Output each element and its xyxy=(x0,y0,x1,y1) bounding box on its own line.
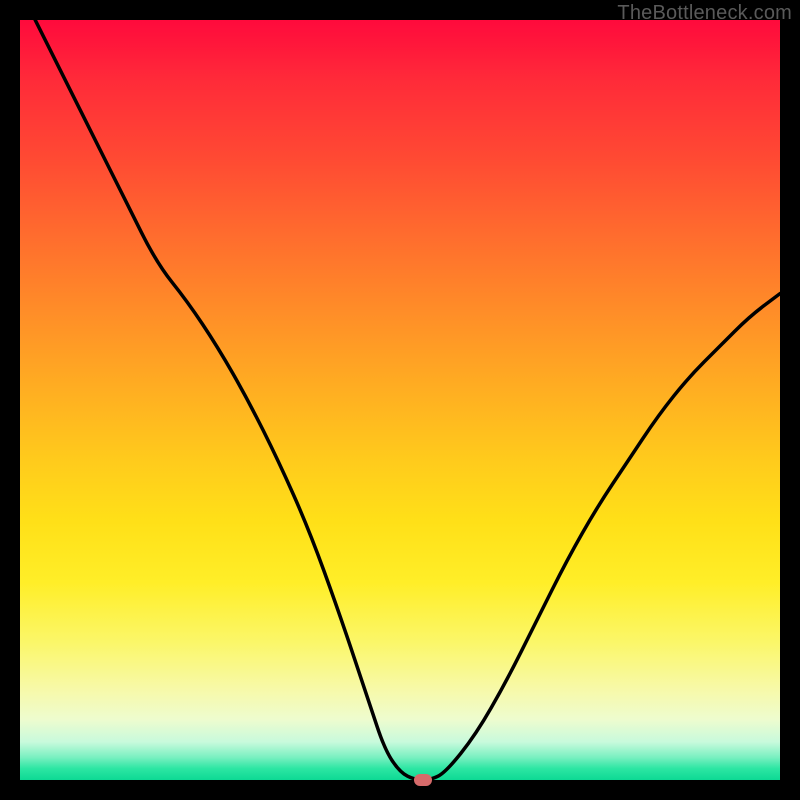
bottleneck-curve xyxy=(20,20,780,780)
optimal-point-marker xyxy=(414,774,432,786)
plot-area xyxy=(20,20,780,780)
chart-container: TheBottleneck.com xyxy=(0,0,800,800)
